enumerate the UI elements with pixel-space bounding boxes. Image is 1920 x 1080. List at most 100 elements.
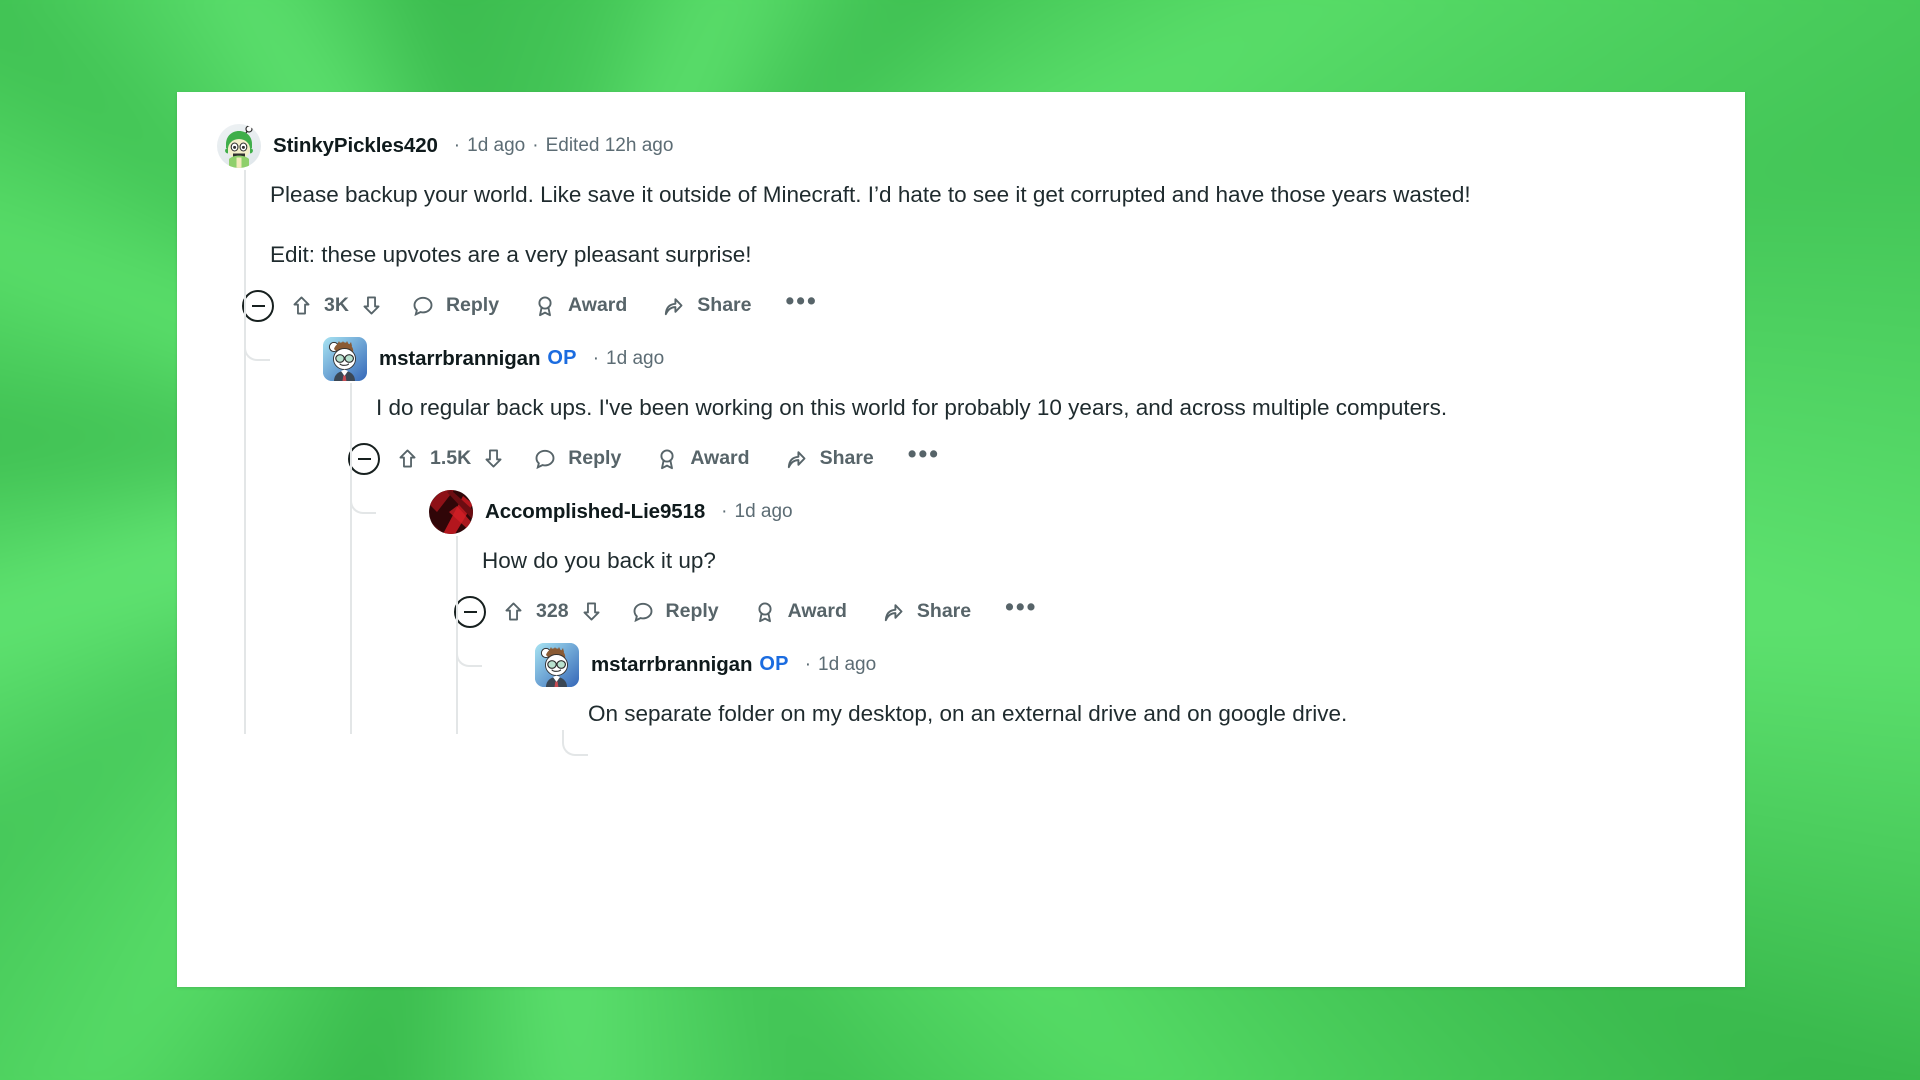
comment-timestamp: 1d ago <box>467 135 526 156</box>
comment-timestamp: 1d ago <box>606 347 665 369</box>
award-label: Award <box>787 600 847 623</box>
share-button[interactable]: Share <box>784 447 874 471</box>
comment-body: How do you back it up? <box>482 536 1745 577</box>
comment-username[interactable]: Accomplished-Lie9518 <box>485 500 705 524</box>
thread-curve <box>456 640 482 667</box>
meta-separator: · <box>721 500 728 522</box>
upvote-button[interactable] <box>290 294 313 317</box>
comment-body: I do regular back ups. I've been working… <box>376 383 1706 424</box>
share-label: Share <box>697 294 752 317</box>
thread-curve <box>562 729 588 756</box>
op-badge: OP <box>759 653 789 676</box>
share-button[interactable]: Share <box>661 294 752 318</box>
thread-line[interactable] <box>244 170 246 734</box>
reply-button[interactable]: Reply <box>533 447 621 471</box>
comment-meta: · 1d ago · Edited 12h ago <box>447 135 674 157</box>
comment-action-bar: 1.5K Reply Award Share ••• <box>348 430 1745 488</box>
comment-replies: mstarrbrannigan OP · 1d ago On separate f… <box>456 640 1745 756</box>
minus-icon <box>251 304 265 307</box>
collapse-thread-button[interactable] <box>348 442 380 475</box>
comment-paragraph: Edit: these upvotes are a very pleasant … <box>270 241 752 267</box>
collapse-thread-button[interactable] <box>242 289 274 322</box>
comment-score: 1.5K <box>430 447 472 470</box>
avatar[interactable] <box>429 489 473 534</box>
downvote-button[interactable] <box>580 600 603 623</box>
meta-separator: · <box>453 135 461 156</box>
award-button[interactable]: Award <box>753 600 847 624</box>
op-badge: OP <box>547 347 577 370</box>
comment-timestamp: 1d ago <box>818 653 877 675</box>
share-icon <box>665 298 683 316</box>
comment-thread-segment: mstarrbrannigan OP · 1d ago I do regular … <box>323 335 1745 756</box>
meta-separator: · <box>804 653 812 675</box>
vote-group: 328 <box>502 600 603 623</box>
snoo-green-hoodie-icon <box>225 125 253 168</box>
award-icon <box>660 449 674 469</box>
downvote-icon <box>485 449 502 468</box>
snoo-glasses-suit-icon <box>323 336 367 381</box>
comment-body: On separate folder on my desktop, on an … <box>588 689 1745 730</box>
comment-action-bar: 328 Reply Award Share ••• <box>454 583 1745 641</box>
award-icon <box>538 296 552 317</box>
award-button[interactable]: Award <box>655 447 750 471</box>
reply-button[interactable]: Reply <box>411 294 499 318</box>
comment-author-line: Accomplished-Lie9518 · 1d ago <box>485 500 793 524</box>
comment-body: Please backup your world. Like save it o… <box>270 170 1600 271</box>
upvote-icon <box>293 296 310 315</box>
collapse-thread-button[interactable] <box>454 595 486 628</box>
downvote-button[interactable] <box>360 294 383 317</box>
thread-line[interactable] <box>350 382 352 734</box>
share-button[interactable]: Share <box>881 600 971 624</box>
reply-button[interactable]: Reply <box>631 600 719 624</box>
comment-score: 328 <box>536 600 569 623</box>
reply-label: Reply <box>445 294 500 317</box>
comment-meta: · 1d ago <box>798 654 876 676</box>
more-options-button[interactable]: ••• <box>1005 594 1037 624</box>
comment-thread-card: StinkyPickles420 · 1d ago · Edited 12h ago … <box>177 92 1745 987</box>
reply-label: Reply <box>665 600 719 623</box>
vote-group: 1.5K <box>396 447 505 470</box>
comment: Accomplished-Lie9518 · 1d ago How do you … <box>376 488 1745 756</box>
share-icon <box>884 604 903 621</box>
comment-username[interactable]: mstarrbrannigan <box>379 347 541 371</box>
upvote-button[interactable] <box>396 447 419 470</box>
comment-edited-timestamp: Edited 12h ago <box>545 135 674 156</box>
vote-group: 3K <box>290 294 383 317</box>
comment-meta: · 1d ago <box>714 501 792 523</box>
minus-icon <box>463 610 477 613</box>
comment-replies: mstarrbrannigan OP · 1d ago I do regular … <box>244 334 1745 756</box>
meta-separator: · <box>532 135 539 156</box>
award-button[interactable]: Award <box>533 294 627 318</box>
snoo-glasses-suit-icon <box>535 642 579 687</box>
share-icon <box>787 451 806 468</box>
comment-paragraph: I do regular back ups. I've been working… <box>376 394 1448 420</box>
comment-header: mstarrbrannigan OP · 1d ago <box>535 641 1745 689</box>
comment: mstarrbrannigan OP · 1d ago I do regular … <box>270 335 1745 756</box>
reply-icon <box>633 602 652 622</box>
comment-timestamp: 1d ago <box>734 500 793 522</box>
meta-separator: · <box>592 347 600 369</box>
dark-red-photo-icon <box>429 489 473 534</box>
downvote-button[interactable] <box>482 447 505 470</box>
comment-replies: Accomplished-Lie9518 · 1d ago How do you … <box>350 487 1745 756</box>
award-icon <box>758 602 772 622</box>
comment-meta: · 1d ago <box>586 348 664 370</box>
avatar[interactable] <box>535 642 579 687</box>
upvote-button[interactable] <box>502 600 525 623</box>
avatar[interactable] <box>217 124 261 168</box>
more-options-button[interactable]: ••• <box>908 441 940 471</box>
comment-author-line: mstarrbrannigan OP · 1d ago <box>591 653 876 677</box>
comment-username[interactable]: mstarrbrannigan <box>591 653 753 677</box>
comment-username[interactable]: StinkyPickles420 <box>273 134 438 158</box>
minus-icon <box>357 457 371 460</box>
reply-icon <box>413 296 433 317</box>
comment-paragraph: On separate folder on my desktop, on an … <box>588 700 1348 726</box>
award-label: Award <box>568 294 628 317</box>
upvote-icon <box>399 449 416 468</box>
downvote-icon <box>363 296 380 315</box>
comment-paragraph: How do you back it up? <box>482 547 716 573</box>
comment-author-line: mstarrbrannigan OP · 1d ago <box>379 347 664 371</box>
more-options-button[interactable]: ••• <box>786 288 818 318</box>
thread-line[interactable] <box>456 535 458 734</box>
avatar[interactable] <box>323 336 367 381</box>
